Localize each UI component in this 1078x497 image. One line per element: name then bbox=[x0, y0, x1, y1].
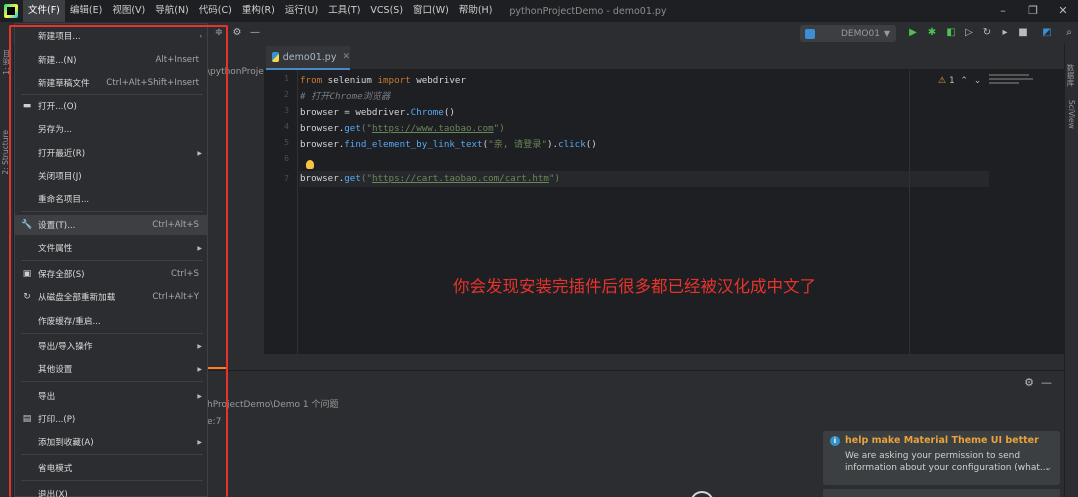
line-number: 5 bbox=[284, 138, 289, 147]
menu-run[interactable]: 运行(U) bbox=[280, 0, 323, 22]
run-config-select[interactable]: DEMO01 ▼ bbox=[800, 25, 896, 42]
code-line-1: from selenium import webdriver bbox=[300, 73, 466, 89]
menu-tools[interactable]: 工具(T) bbox=[323, 0, 365, 22]
function-name: click bbox=[558, 139, 586, 150]
keyword: import bbox=[377, 75, 411, 86]
python-file-icon bbox=[272, 52, 279, 62]
code-text: (" bbox=[360, 173, 372, 184]
code-line-2: # 打开Chrome浏览器 bbox=[300, 91, 391, 102]
function-name: find_element_by_link_text bbox=[344, 139, 483, 150]
code-line-4: browser.get("https://www.taobao.com") bbox=[300, 121, 505, 137]
function-name: get bbox=[344, 173, 361, 184]
pycharm-logo-icon bbox=[4, 4, 18, 18]
code-editor[interactable]: 1 2 3 4 5 6 7 from selenium import webdr… bbox=[264, 70, 1064, 354]
lightbulb-icon[interactable] bbox=[306, 160, 314, 169]
window-title: pythonProjectDemo - demo01.py bbox=[509, 5, 667, 17]
python-icon bbox=[805, 28, 815, 39]
hide-panel-icon[interactable]: — bbox=[248, 26, 262, 40]
minimize-icon[interactable]: – bbox=[988, 0, 1018, 22]
code-minimap[interactable] bbox=[989, 74, 1037, 90]
code-line-3: browser = webdriver.Chrome() bbox=[300, 105, 455, 121]
code-text: selenium bbox=[322, 75, 378, 86]
code-text: ). bbox=[547, 139, 559, 150]
database-tool-tab[interactable]: 数据库 bbox=[1065, 64, 1076, 87]
code-text: browser. bbox=[300, 173, 345, 184]
menu-file[interactable]: 文件(F) bbox=[23, 0, 65, 22]
line-number: 2 bbox=[284, 90, 289, 99]
code-text: (" bbox=[360, 123, 372, 134]
code-text: ") bbox=[548, 173, 561, 184]
code-text: () bbox=[443, 107, 455, 118]
coverage-icon[interactable]: ◧ bbox=[944, 26, 958, 40]
code-text: ") bbox=[493, 123, 505, 134]
right-margin-guide bbox=[909, 70, 910, 354]
menu-edit[interactable]: 编辑(E) bbox=[65, 0, 107, 22]
search-icon[interactable]: ⌕ bbox=[1062, 26, 1076, 40]
right-tool-strip: 数据库 SciView bbox=[1064, 44, 1078, 497]
chevron-up-icon[interactable]: ⌃ bbox=[958, 76, 968, 86]
function-name: get bbox=[344, 123, 361, 134]
notification-body-line: We are asking your permission to send bbox=[845, 451, 1021, 461]
tab-label: demo01.py bbox=[282, 51, 337, 63]
tab-demo01[interactable]: demo01.py ✕ bbox=[266, 46, 350, 70]
close-tab-icon[interactable]: ✕ bbox=[342, 52, 350, 62]
debug-icon[interactable]: ✱ bbox=[925, 26, 939, 40]
translate-icon[interactable]: ◩ bbox=[1040, 26, 1054, 40]
code-text: browser. bbox=[300, 139, 345, 150]
close-window-icon[interactable]: ✕ bbox=[1048, 0, 1078, 22]
build-icon[interactable]: ▸ bbox=[998, 26, 1012, 40]
notification-body: We are asking your permission to send in… bbox=[845, 450, 1049, 474]
run-config-label: DEMO01 bbox=[841, 28, 880, 39]
notification-balloon[interactable]: i help make Material Theme UI better We … bbox=[823, 431, 1060, 485]
concurrency-icon[interactable]: ↻ bbox=[980, 26, 994, 40]
menu-window[interactable]: 窗口(W) bbox=[408, 0, 454, 22]
string-literal: "亲, 请登录" bbox=[488, 139, 547, 150]
line-number: 3 bbox=[284, 106, 289, 115]
profile-icon[interactable]: ▷ bbox=[962, 26, 976, 40]
stop-icon[interactable]: ■ bbox=[1016, 26, 1030, 40]
notification-body-line: information about your configuration (wh… bbox=[845, 463, 1049, 473]
chevron-down-icon[interactable]: ⌄ bbox=[1044, 463, 1052, 473]
info-icon: i bbox=[830, 436, 840, 446]
notification-stack bbox=[823, 489, 1060, 497]
gear-icon[interactable]: ⚙ bbox=[230, 26, 244, 40]
menu-vcs[interactable]: VCS(S) bbox=[365, 0, 408, 22]
line-gutter: 1 2 3 4 5 6 7 bbox=[264, 70, 298, 354]
hide-panel-icon[interactable]: — bbox=[1041, 376, 1052, 389]
chevron-down-icon[interactable]: ⌄ bbox=[971, 76, 982, 86]
url-link[interactable]: https://www.taobao.com bbox=[372, 123, 494, 134]
annotation-text: 你会发现安装完插件后很多都已经被汉化成中文了 bbox=[453, 277, 816, 296]
maximize-icon[interactable]: ❐ bbox=[1018, 0, 1048, 22]
editor-tab-bar: demo01.py ✕ bbox=[264, 44, 1064, 70]
menu-refactor[interactable]: 重构(R) bbox=[237, 0, 280, 22]
code-text: () bbox=[585, 139, 597, 150]
menu-help[interactable]: 帮助(H) bbox=[454, 0, 498, 22]
warning-count: 1 bbox=[948, 76, 955, 86]
keyword: from bbox=[300, 75, 323, 86]
highlight-box bbox=[9, 25, 228, 497]
panel-actions: ⚙ — bbox=[1024, 376, 1052, 389]
line-number: 7 bbox=[284, 174, 289, 183]
run-icon[interactable]: ▶ bbox=[906, 26, 920, 40]
chevron-down-icon: ▼ bbox=[883, 29, 890, 38]
url-link[interactable]: https://cart.taobao.com/cart.htm bbox=[372, 173, 549, 184]
line-number: 4 bbox=[284, 122, 289, 131]
code-line-5: browser.find_element_by_link_text("亲, 请登… bbox=[300, 137, 597, 153]
code-text: browser. bbox=[300, 123, 345, 134]
menu-navigate[interactable]: 导航(N) bbox=[150, 0, 194, 22]
code-text: browser = webdriver. bbox=[300, 107, 411, 118]
notification-title: help make Material Theme UI better bbox=[845, 435, 1039, 446]
warning-icon: ⚠ bbox=[938, 76, 947, 86]
function-name: Chrome bbox=[410, 107, 444, 118]
code-text: webdriver bbox=[410, 75, 466, 86]
code-line-7: browser.get("https://cart.taobao.com/car… bbox=[300, 171, 560, 187]
menu-code[interactable]: 代码(C) bbox=[194, 0, 237, 22]
line-number: 6 bbox=[284, 154, 289, 163]
gear-icon[interactable]: ⚙ bbox=[1024, 376, 1034, 389]
line-number: 1 bbox=[284, 74, 289, 83]
sciview-tool-tab[interactable]: SciView bbox=[1067, 100, 1076, 129]
inspection-widget[interactable]: ⚠ 1 ⌃ ⌄ bbox=[938, 76, 981, 86]
menu-view[interactable]: 视图(V) bbox=[107, 0, 150, 22]
menu-bar: 文件(F) 编辑(E) 视图(V) 导航(N) 代码(C) 重构(R) 运行(U… bbox=[0, 0, 1078, 22]
